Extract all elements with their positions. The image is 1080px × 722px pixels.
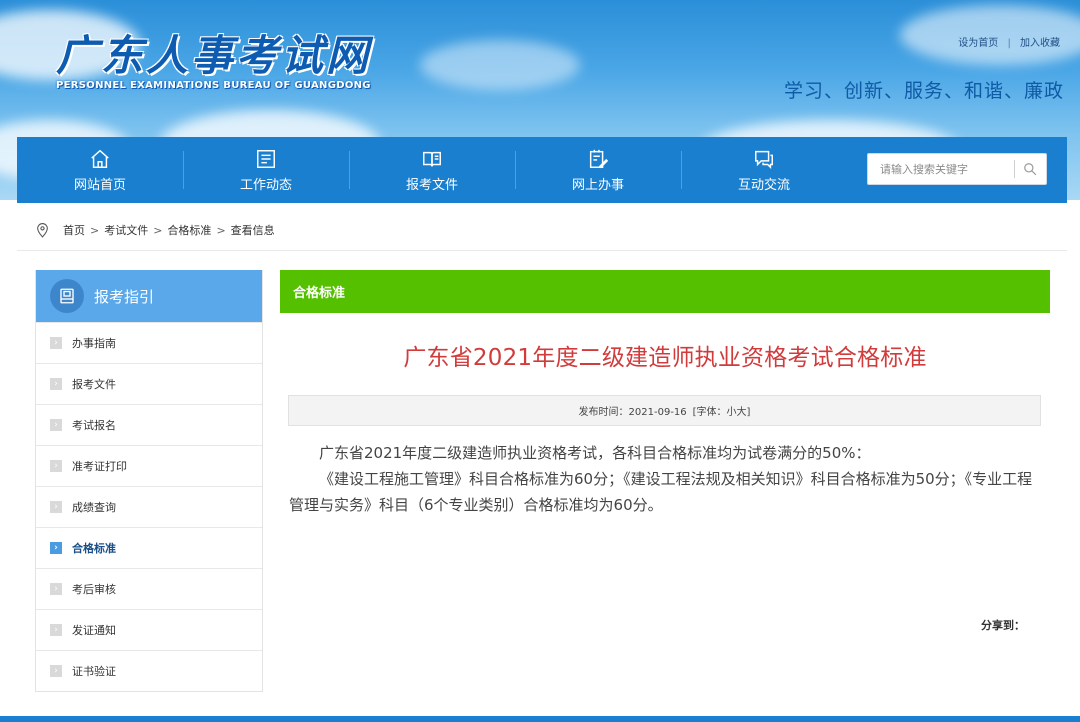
breadcrumb-separator: > [153, 223, 163, 237]
sidebar-item-label: 合格标准 [72, 542, 116, 555]
breadcrumb-current: 查看信息 [230, 224, 275, 237]
nav-item-label: 网站首页 [73, 177, 126, 193]
nav-item-files[interactable]: 报考文件 [349, 137, 515, 203]
add-favorite-link[interactable]: 加入收藏 [1020, 34, 1060, 49]
footer-bar [0, 716, 1080, 722]
sidebar-item-registration[interactable]: › 考试报名 [36, 404, 262, 445]
article-paragraph: 广东省2021年度二级建造师执业资格考试，各科目合格标准均为试卷满分的50%： [319, 444, 871, 462]
chevron-right-icon: › [50, 460, 62, 472]
top-links: 设为首页 | 加入收藏 [958, 34, 1060, 49]
sidebar-item-exam-files[interactable]: › 报考文件 [36, 363, 262, 404]
breadcrumb-divider [17, 250, 1067, 251]
chevron-right-icon: › [50, 378, 62, 390]
location-pin-icon [37, 222, 48, 238]
site-logo-subtitle: PERSONNEL EXAMINATIONS BUREAU OF GUANGDO… [56, 80, 371, 91]
section-title-bar: 合格标准 [280, 270, 1050, 313]
font-size-toggle[interactable]: [字体：小大] [693, 403, 751, 418]
sidebar-item-label: 考试报名 [72, 419, 116, 432]
article-paragraph: 《建设工程施工管理》科目合格标准为60分；《建设工程法规及相关知识》科目合格标准… [289, 470, 1033, 514]
sidebar-item-label: 报考文件 [72, 378, 116, 391]
home-icon [91, 149, 109, 168]
article-meta: 发布时间：2021-09-16 [字体：小大] [288, 395, 1041, 426]
nav-item-interaction[interactable]: 互动交流 [681, 137, 847, 203]
article-title: 广东省2021年度二级建造师执业资格考试合格标准 [403, 345, 927, 371]
guide-icon [50, 279, 84, 313]
breadcrumb: 首页 > 考试文件 > 合格标准 > 查看信息 [36, 222, 275, 238]
search-input[interactable] [868, 154, 1014, 184]
search-box [867, 153, 1047, 185]
chevron-right-icon: › [50, 419, 62, 431]
sidebar-item-label: 发证通知 [72, 624, 116, 637]
nav-item-label: 互动交流 [737, 177, 790, 193]
publish-date: 发布时间：2021-09-16 [578, 407, 687, 418]
chevron-right-icon: › [50, 337, 62, 349]
sidebar-item-label: 证书验证 [72, 665, 116, 678]
sidebar-item-score-query[interactable]: › 成绩查询 [36, 486, 262, 527]
search-button[interactable] [1015, 154, 1046, 184]
breadcrumb-separator: > [216, 223, 226, 237]
sidebar-item-label: 办事指南 [72, 337, 116, 350]
nav-item-news[interactable]: 工作动态 [183, 137, 349, 203]
nav-item-home[interactable]: 网站首页 [17, 137, 183, 203]
breadcrumb-exam-files[interactable]: 考试文件 [104, 222, 148, 238]
chevron-right-icon: › [50, 501, 62, 513]
main-nav: 网站首页 工作动态 报考文件 网上办事 互动交流 [17, 137, 1067, 203]
chevron-right-icon: › [50, 624, 62, 636]
site-slogan: 学习、创新、服务、和谐、廉政 [783, 80, 1064, 102]
share-label: 分享到： [981, 619, 1025, 632]
sidebar-title: 报考指引 [94, 287, 155, 306]
article-content: 广东省2021年度二级建造师执业资格考试，各科目合格标准均为试卷满分的50%： … [289, 440, 1041, 518]
breadcrumb-separator: > [90, 223, 100, 237]
book-icon [423, 151, 441, 166]
sidebar-item-standards[interactable]: › 合格标准 [36, 527, 262, 568]
top-link-separator: | [1007, 38, 1011, 49]
set-homepage-link[interactable]: 设为首页 [958, 34, 998, 49]
news-icon [257, 149, 275, 168]
nav-item-label: 报考文件 [405, 177, 458, 193]
chevron-right-icon: › [50, 665, 62, 677]
breadcrumb-home[interactable]: 首页 [63, 222, 85, 238]
nav-item-label: 工作动态 [239, 177, 292, 193]
nav-item-label: 网上办事 [571, 177, 624, 193]
edit-icon [589, 149, 609, 168]
site-logo-title[interactable]: 广东人事考试网 [56, 22, 371, 83]
search-icon [1024, 163, 1037, 176]
chevron-right-icon: › [50, 542, 62, 554]
sidebar-item-admission-ticket[interactable]: › 准考证打印 [36, 445, 262, 486]
sidebar-item-certificate-verify[interactable]: › 证书验证 [36, 650, 262, 691]
sidebar: 报考指引 › 办事指南 › 报考文件 › 考试报名 › 准考证打印 › 成绩查询… [35, 270, 263, 692]
chat-icon [755, 150, 773, 169]
sidebar-header: 报考指引 [36, 270, 262, 322]
sidebar-item-certificate-notice[interactable]: › 发证通知 [36, 609, 262, 650]
sidebar-item-guide[interactable]: › 办事指南 [36, 322, 262, 363]
nav-item-online-service[interactable]: 网上办事 [515, 137, 681, 203]
breadcrumb-standards[interactable]: 合格标准 [167, 222, 211, 238]
chevron-right-icon: › [50, 583, 62, 595]
sidebar-item-post-exam-review[interactable]: › 考后审核 [36, 568, 262, 609]
sidebar-item-label: 成绩查询 [72, 501, 116, 514]
sidebar-item-label: 准考证打印 [72, 460, 127, 473]
sidebar-item-label: 考后审核 [72, 583, 116, 596]
